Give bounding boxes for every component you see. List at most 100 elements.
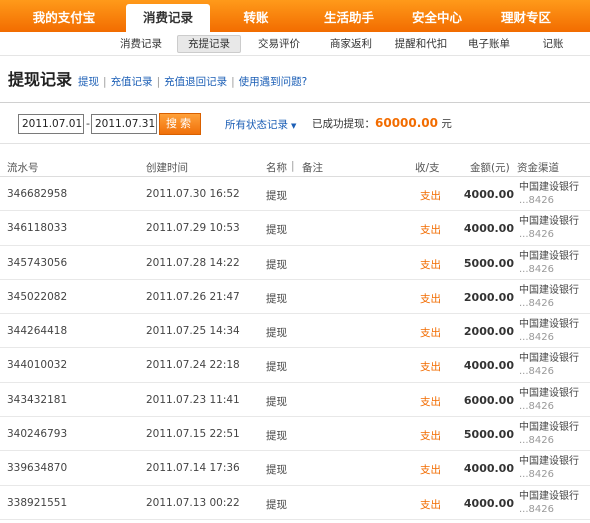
withdraw-total-unit: 元 [441,118,452,130]
created-cell: 2011.07.14 17:36 [146,462,240,475]
table-row[interactable]: 338921551 2011.07.13 00:22 提现 支出 4000.00… [0,486,590,520]
table-row[interactable]: 345743056 2011.07.28 14:22 提现 支出 5000.00… [0,246,590,280]
direction-cell: 支出 [420,258,441,271]
withdraw-total: 已成功提现：60000.00 元 [312,116,452,131]
date-range-dash: - [86,117,90,130]
header-name: 名称 [266,162,287,174]
status-select[interactable]: 所有状态记录 ▼ [225,117,296,132]
bank-name: 中国建设银行 [519,284,579,296]
sub-tab-bookkeeping[interactable]: 记账 [535,35,571,53]
serial-cell: 339634870 [7,462,68,475]
end-date-input[interactable]: 2011.07.31 [91,114,157,134]
header-divider: | [291,160,295,172]
top-tab-my-alipay[interactable]: 我的支付宝 [10,4,118,32]
created-cell: 2011.07.30 16:52 [146,188,240,200]
table-row[interactable]: 343432181 2011.07.23 11:41 提现 支出 6000.00… [0,383,590,418]
link-separator: | [103,76,107,88]
chevron-down-icon: ▼ [291,122,297,130]
amount-cell: 2000.00 [463,290,514,304]
sub-tab-trade-review[interactable]: 交易评价 [250,35,308,53]
filter-bar: 2011.07.01 - 2011.07.31 搜索 所有状态记录 ▼ 已成功提现… [0,102,590,144]
amount-cell: 5000.00 [463,256,514,270]
direction-cell: 支出 [420,190,441,202]
amount-cell: 4000.00 [463,222,514,236]
direction-cell: 支出 [420,430,441,443]
amount-cell: 6000.00 [463,393,514,407]
top-tab-life[interactable]: 生活助手 [302,4,396,32]
table-row[interactable]: 344010032 2011.07.24 22:18 提现 支出 4000.00… [0,348,590,383]
table-row[interactable]: 346118033 2011.07.29 10:53 提现 支出 4000.00… [0,211,590,246]
sub-tab-recharge-withdraw[interactable]: 充提记录 [177,35,241,53]
amount-cell: 4000.00 [463,496,514,510]
top-tab-finance[interactable]: 理财专区 [478,4,574,32]
table-row[interactable]: 345022082 2011.07.26 21:47 提现 支出 2000.00… [0,280,590,315]
amount-cell: 4000.00 [463,462,514,476]
header-amount: 金额(元) [470,162,510,174]
refund-records-link[interactable]: 充值退回记录 [164,74,227,89]
withdraw-total-label: 已成功提现： [312,118,375,130]
account-suffix: ...8426 [519,229,554,241]
status-select-label: 所有状态记录 [225,119,288,131]
amount-cell: 4000.00 [463,359,514,373]
table-row[interactable]: 344264418 2011.07.25 14:34 提现 支出 2000.00… [0,314,590,349]
bank-name: 中国建设银行 [519,490,579,502]
header-serial: 流水号 [7,162,39,174]
channel-cell: 中国建设银行 ...8426 [519,284,579,310]
direction-cell: 支出 [420,327,441,340]
help-link[interactable]: 使用遇到问题? [239,74,308,89]
search-button[interactable]: 搜索 [159,113,201,135]
bank-name: 中国建设银行 [519,182,579,193]
page-header: 提现记录 提现 | 充值记录 | 充值退回记录 | 使用遇到问题? [8,66,307,90]
start-date-input[interactable]: 2011.07.01 [18,114,84,134]
amount-cell: 2000.00 [463,325,514,339]
page-title: 提现记录 [8,70,73,89]
name-cell: 提现 [266,190,287,202]
serial-cell: 346118033 [7,222,68,235]
serial-cell: 345022082 [7,290,68,303]
direction-cell: 支出 [420,395,441,408]
sub-tab-merchant-rebate[interactable]: 商家返利 [322,35,380,53]
name-cell: 提现 [266,258,287,271]
account-suffix: ...8426 [519,435,554,447]
name-cell: 提现 [266,361,287,374]
serial-cell: 343432181 [7,393,68,406]
withdraw-table: 346682958 2011.07.30 16:52 提现 支出 4000.00… [0,177,590,520]
bank-name: 中国建设银行 [519,250,579,262]
table-row[interactable]: 339634870 2011.07.14 17:36 提现 支出 4000.00… [0,451,590,486]
table-header: 流水号 创建时间 名称 | 备注 收/支 金额(元) 资金渠道 [0,157,590,177]
created-cell: 2011.07.15 22:51 [146,428,240,441]
bank-name: 中国建设银行 [519,353,579,365]
recharge-records-link[interactable]: 充值记录 [111,74,153,89]
channel-cell: 中国建设银行 ...8426 [519,215,579,241]
created-cell: 2011.07.25 14:34 [146,325,240,338]
account-suffix: ...8426 [519,297,554,309]
bank-name: 中国建设银行 [519,319,579,331]
account-suffix: ...8426 [519,503,554,515]
channel-cell: 中国建设银行 ...8426 [519,490,579,516]
top-nav: 我的支付宝 消费记录 转账 生活助手 安全中心 理财专区 [0,0,590,32]
serial-cell: 340246793 [7,428,68,441]
account-suffix: ...8426 [519,400,554,412]
table-row[interactable]: 340246793 2011.07.15 22:51 提现 支出 5000.00… [0,417,590,452]
top-tab-consumption[interactable]: 消费记录 [126,4,210,32]
created-cell: 2011.07.28 14:22 [146,256,240,269]
name-cell: 提现 [266,395,287,408]
amount-cell: 4000.00 [463,188,514,201]
sub-tab-consumption[interactable]: 消费记录 [112,35,170,53]
bank-name: 中国建设银行 [519,387,579,399]
channel-cell: 中国建设银行 ...8426 [519,318,579,344]
created-cell: 2011.07.26 21:47 [146,290,240,303]
top-tab-security[interactable]: 安全中心 [396,4,478,32]
sub-tab-e-bill[interactable]: 电子账单 [460,35,518,53]
created-cell: 2011.07.13 00:22 [146,496,240,509]
withdraw-link[interactable]: 提现 [78,74,99,89]
name-cell: 提现 [266,430,287,443]
sub-tab-reminders[interactable]: 提醒和代扣 [388,35,454,53]
top-tab-transfer[interactable]: 转账 [210,4,302,32]
bank-name: 中国建设银行 [519,216,579,228]
direction-cell: 支出 [420,498,441,511]
sub-nav: 消费记录 充提记录 交易评价 商家返利 提醒和代扣 电子账单 记账 [0,32,590,56]
serial-cell: 346682958 [7,188,68,200]
table-row[interactable]: 346682958 2011.07.30 16:52 提现 支出 4000.00… [0,177,590,212]
channel-cell: 中国建设银行 ...8426 [519,455,579,481]
